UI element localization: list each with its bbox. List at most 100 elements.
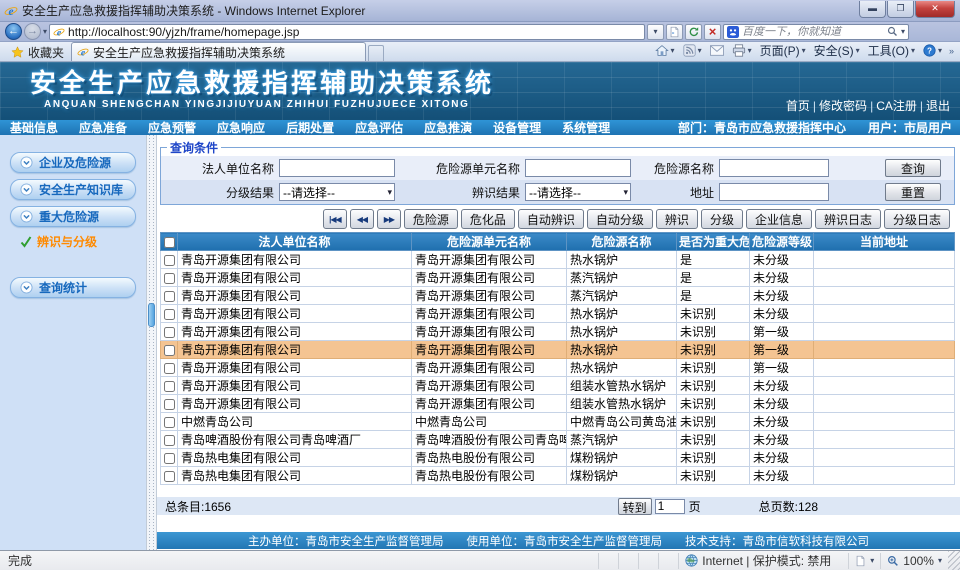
nav-item[interactable]: 应急预警 [148,119,196,136]
nav-item[interactable]: 系统管理 [562,119,610,136]
select-all-checkbox[interactable] [164,237,175,248]
menu-tools[interactable]: 工具(O)▾ [865,42,918,60]
toolbar-button[interactable]: 企业信息 [746,209,812,229]
address-dropdown-button[interactable]: ▾ [647,24,664,40]
toolbar-button[interactable]: 辨识日志 [815,209,881,229]
table-row[interactable]: 青岛热电集团有限公司青岛热电股份有限公司煤粉锅炉未识别未分级 [161,449,955,467]
next-page-button[interactable]: ▶▶ [377,209,401,229]
legal-unit-name-input[interactable] [279,159,395,177]
first-page-button[interactable]: |◀◀ [323,209,347,229]
search-icon[interactable] [887,26,898,37]
table-row[interactable]: 青岛开源集团有限公司青岛开源集团有限公司热水锅炉未识别第一级 [161,341,955,359]
header-link[interactable]: 首页 [786,97,810,114]
close-button[interactable]: ✕ [915,1,955,18]
table-row[interactable]: 青岛开源集团有限公司青岛开源集团有限公司蒸汽锅炉是未分级 [161,287,955,305]
menu-page[interactable]: 页面(P)▾ [757,42,809,60]
row-checkbox[interactable] [164,471,175,482]
minimize-button[interactable]: ▬ [859,1,886,18]
refresh-button[interactable] [685,24,702,40]
row-checkbox[interactable] [164,381,175,392]
page-number-input[interactable] [655,499,685,514]
menu-safety[interactable]: 安全(S)▾ [811,42,863,60]
toolbar-button[interactable]: 辨识 [656,209,698,229]
toolbar-button[interactable]: 危化品 [461,209,515,229]
search-button[interactable]: 查询 [885,159,941,177]
row-checkbox[interactable] [164,255,175,266]
toolbar-button[interactable]: 自动辨识 [518,209,584,229]
view-mode-button[interactable]: ▾ [848,553,880,569]
goto-page-button[interactable]: 转到 [618,498,652,515]
favorites-button[interactable]: 收藏夹 [4,43,71,61]
reset-button[interactable]: 重置 [885,183,941,201]
nav-item[interactable]: 设备管理 [493,119,541,136]
sidebar-item[interactable]: 企业及危险源 [10,152,136,173]
help-button[interactable]: ?▾ [920,42,945,60]
print-button[interactable]: ▾ [729,42,755,60]
nav-item[interactable]: 应急评估 [355,119,403,136]
maximize-button[interactable]: ❐ [887,1,914,18]
resize-grip[interactable] [948,551,960,570]
row-checkbox[interactable] [164,273,175,284]
nav-item[interactable]: 应急响应 [217,119,265,136]
header-link[interactable]: 退出 [926,97,950,114]
history-dropdown-icon[interactable]: ▾ [43,27,47,36]
tab-active[interactable]: e 安全生产应急救援指挥辅助决策系统 [71,42,366,61]
hazard-name-input[interactable] [719,159,829,177]
nav-item[interactable]: 应急准备 [79,119,127,136]
table-row[interactable]: 青岛开源集团有限公司青岛开源集团有限公司组装水管热水锅炉未识别未分级 [161,377,955,395]
table-row[interactable]: 中燃青岛公司中燃青岛公司中燃青岛公司黄岛油库锅炉未识别未分级 [161,413,955,431]
toolbar-button[interactable]: 分级 [701,209,743,229]
prev-page-button[interactable]: ◀◀ [350,209,374,229]
sidebar-item[interactable]: 查询统计 [10,277,136,298]
url-input[interactable] [68,25,641,39]
row-checkbox[interactable] [164,291,175,302]
sidebar-item-active[interactable]: 辨识与分级 [20,233,146,250]
header-link[interactable]: 修改密码 [819,97,867,114]
table-row[interactable]: 青岛开源集团有限公司青岛开源集团有限公司蒸汽锅炉是未分级 [161,269,955,287]
table-row[interactable]: 青岛热电集团有限公司青岛热电股份有限公司煤粉锅炉未识别未分级 [161,467,955,485]
mail-button[interactable] [707,42,727,60]
search-dropdown-icon[interactable]: ▾ [901,27,905,36]
new-tab-button[interactable] [368,45,384,61]
stop-button[interactable]: × [704,24,721,40]
identify-result-select[interactable]: --请选择--▾ [525,183,631,201]
table-row[interactable]: 青岛开源集团有限公司青岛开源集团有限公司热水锅炉未识别未分级 [161,305,955,323]
table-row[interactable]: 青岛开源集团有限公司青岛开源集团有限公司热水锅炉是未分级 [161,251,955,269]
home-button[interactable]: ▾ [652,42,678,60]
row-checkbox[interactable] [164,417,175,428]
sidebar-item[interactable]: 安全生产知识库 [10,179,136,200]
frame-splitter[interactable] [146,135,157,550]
feeds-button[interactable]: ▾ [680,42,705,60]
address-field[interactable]: e [49,24,645,40]
toolbar-button[interactable]: 自动分级 [587,209,653,229]
search-box[interactable]: ▾ [723,24,909,40]
search-input[interactable] [742,26,884,38]
row-checkbox[interactable] [164,327,175,338]
nav-item[interactable]: 后期处置 [286,119,334,136]
toolbar-button[interactable]: 危险源 [404,209,458,229]
table-row[interactable]: 青岛开源集团有限公司青岛开源集团有限公司热水锅炉未识别第一级 [161,323,955,341]
grade-result-select[interactable]: --请选择--▾ [279,183,395,201]
row-checkbox[interactable] [164,363,175,374]
nav-item[interactable]: 应急推演 [424,119,472,136]
sidebar-item[interactable]: 重大危险源 [10,206,136,227]
row-checkbox[interactable] [164,435,175,446]
toolbar-overflow-icon[interactable]: » [947,46,956,56]
back-button[interactable]: ← [5,23,22,40]
row-checkbox[interactable] [164,453,175,464]
row-checkbox[interactable] [164,399,175,410]
compatibility-view-button[interactable] [666,24,683,40]
nav-item[interactable]: 基础信息 [10,119,58,136]
address-input[interactable] [719,183,829,201]
forward-button[interactable]: → [24,23,41,40]
hazard-unit-name-input[interactable] [525,159,631,177]
table-row[interactable]: 青岛开源集团有限公司青岛开源集团有限公司组装水管热水锅炉未识别未分级 [161,395,955,413]
row-checkbox[interactable] [164,345,175,356]
table-row[interactable]: 青岛开源集团有限公司青岛开源集团有限公司热水锅炉未识别第一级 [161,359,955,377]
row-checkbox[interactable] [164,309,175,320]
zoom-control[interactable]: 100% ▾ [880,553,948,569]
table-row[interactable]: 青岛啤酒股份有限公司青岛啤酒厂青岛啤酒股份有限公司青岛啤酒厂蒸汽锅炉未识别未分级 [161,431,955,449]
header-link[interactable]: CA注册 [876,97,917,114]
toolbar-button[interactable]: 分级日志 [884,209,950,229]
splitter-thumb[interactable] [148,303,155,327]
